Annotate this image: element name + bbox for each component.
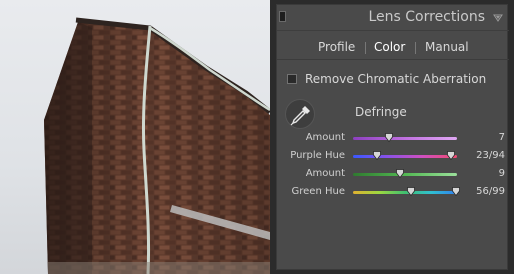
panel-header[interactable]: Lens Corrections [277,5,509,31]
slider-thumb[interactable] [385,133,394,142]
slider-label: Amount [305,132,345,143]
remove-ca-checkbox[interactable] [287,74,297,84]
collapse-triangle-icon[interactable] [493,13,503,23]
slider-track[interactable] [353,187,460,196]
purple-amount-slider[interactable]: Amount 7 [277,131,509,147]
slider-thumb[interactable] [407,187,416,196]
eyedropper-icon [290,106,310,126]
remove-ca-label: Remove Chromatic Aberration [305,72,487,86]
chimney-photo [44,17,270,274]
photo-preview [0,0,270,274]
tab-manual[interactable]: Manual [425,40,469,54]
lens-tabs: Profile Color Manual [277,32,509,60]
slider-value[interactable]: 23/94 [476,150,505,161]
panel-switch-toggle[interactable] [279,11,286,22]
slider-label: Green Hue [291,186,345,197]
purple-hue-slider[interactable]: Purple Hue 23/94 [277,149,509,165]
green-amount-slider[interactable]: Amount 9 [277,167,509,183]
slider-value[interactable]: 56/99 [476,186,505,197]
slider-thumb[interactable] [395,169,404,178]
tab-divider [365,42,366,54]
slider-label: Amount [305,168,345,179]
slider-track[interactable] [353,151,457,160]
slider-thumb[interactable] [452,187,460,196]
lens-corrections-panel: Lens Corrections Profile Color Manual Re… [276,4,509,270]
slider-label: Purple Hue [290,150,345,161]
slider-value[interactable]: 7 [499,132,505,143]
green-hue-slider[interactable]: Green Hue 56/99 [277,185,509,201]
slider-value[interactable]: 9 [499,168,505,179]
tab-color[interactable]: Color [374,40,405,54]
fringe-color-selector[interactable] [285,99,315,129]
slider-track[interactable] [353,133,457,142]
slider-thumb[interactable] [446,151,455,160]
tab-divider [415,42,416,54]
panel-title: Lens Corrections [368,9,485,25]
slider-thumb[interactable] [373,151,381,160]
tab-profile[interactable]: Profile [318,40,355,54]
slider-track[interactable] [353,169,457,178]
develop-panel-container: Lens Corrections Profile Color Manual Re… [270,0,514,274]
defringe-heading: Defringe [355,105,407,119]
